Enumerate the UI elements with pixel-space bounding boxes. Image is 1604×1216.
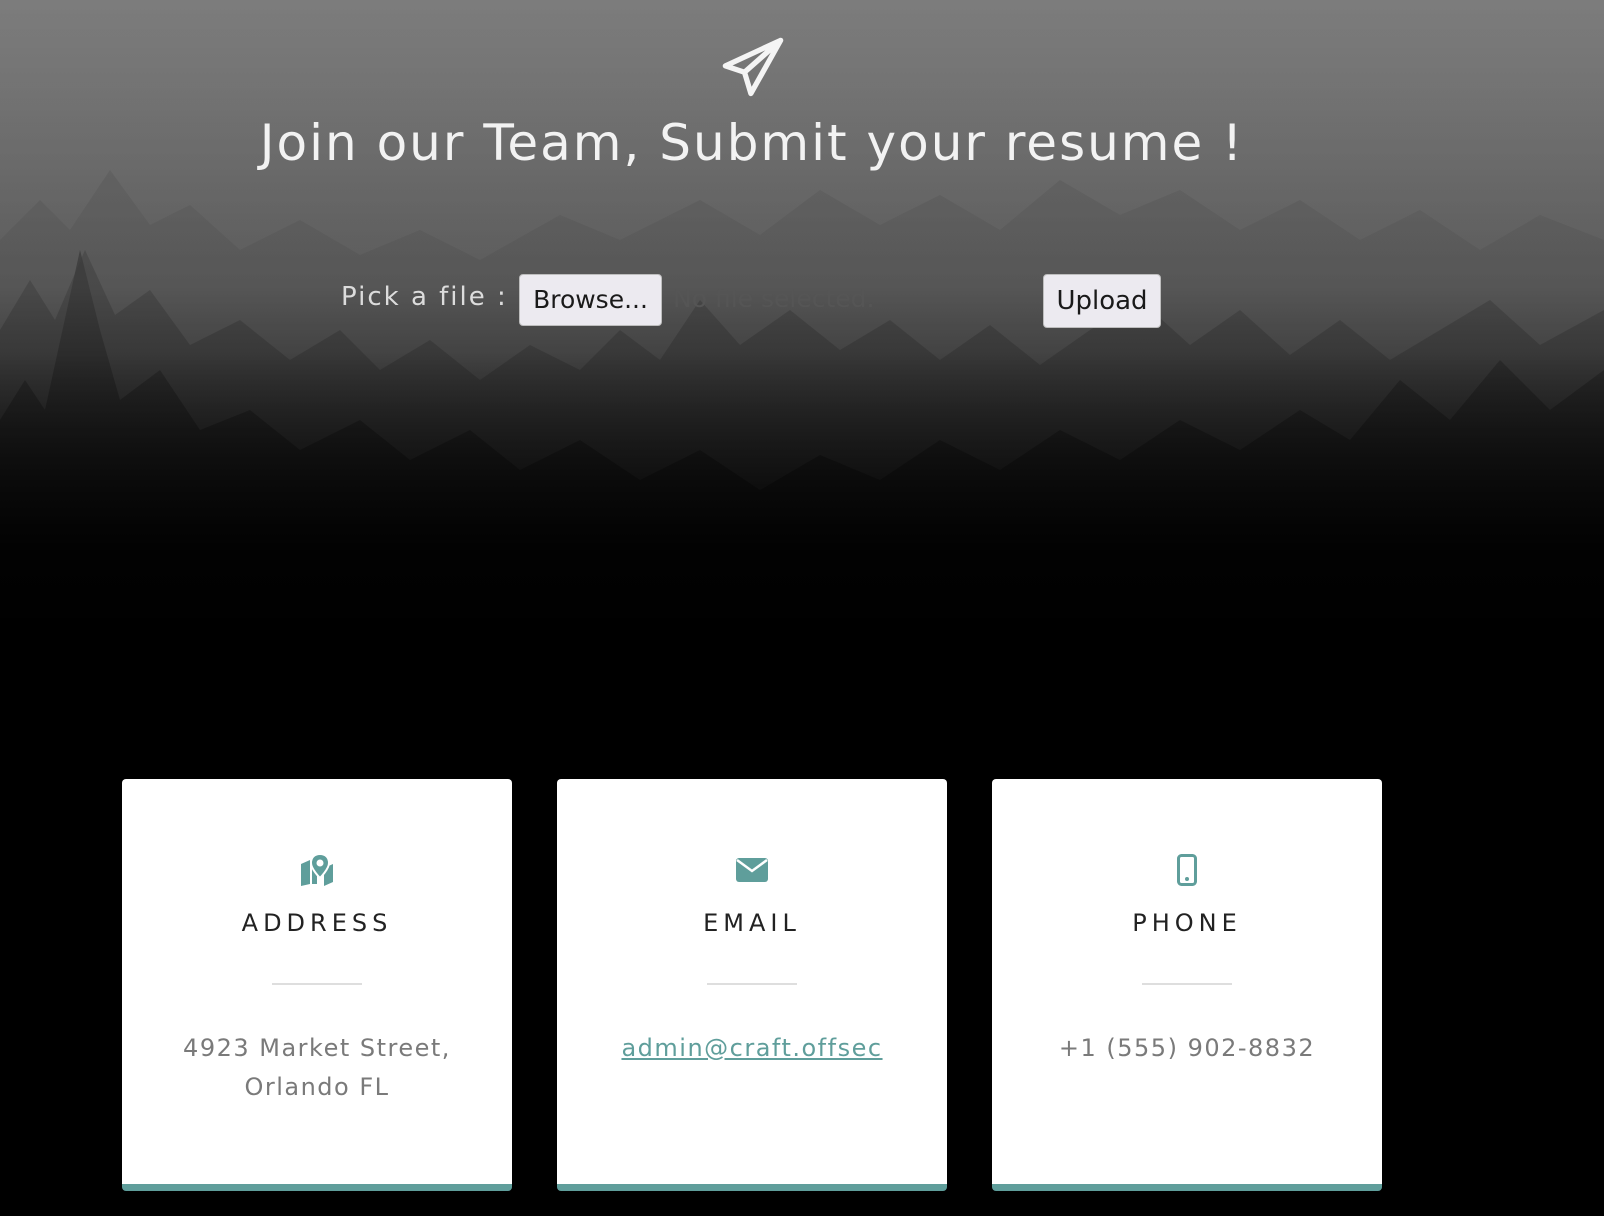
mobile-phone-icon [992, 852, 1382, 888]
divider [707, 983, 797, 985]
pick-file-label: Pick a file : [341, 282, 508, 312]
divider [1142, 983, 1232, 985]
email-card: EMAIL admin@craft.offsec [557, 779, 947, 1191]
email-title: EMAIL [703, 909, 801, 937]
hero-section: Join our Team, Submit your resume ! Pick… [0, 0, 1604, 640]
email-link[interactable]: admin@craft.offsec [587, 1029, 917, 1068]
browse-file-button[interactable]: Browse... [519, 274, 662, 326]
paper-plane-icon [722, 37, 784, 97]
envelope-icon [557, 852, 947, 888]
phone-text: +1 (555) 902-8832 [1058, 1034, 1316, 1062]
address-text: 4923 Market Street, Orlando FL [152, 1029, 482, 1107]
address-title: ADDRESS [241, 909, 393, 937]
phone-card: PHONE +1 (555) 902-8832 [992, 779, 1382, 1191]
map-marker-icon [122, 852, 512, 888]
phone-title: PHONE [1132, 909, 1242, 937]
file-status-text: No file selected. [673, 284, 875, 313]
page-title: Join our Team, Submit your resume ! [259, 114, 1245, 172]
address-line-1: 4923 Market Street, [183, 1034, 451, 1062]
address-card: ADDRESS 4923 Market Street, Orlando FL [122, 779, 512, 1191]
forest-background-image [0, 0, 1604, 640]
address-line-2: Orlando FL [244, 1073, 390, 1101]
divider [272, 983, 362, 985]
upload-button[interactable]: Upload [1043, 274, 1161, 328]
